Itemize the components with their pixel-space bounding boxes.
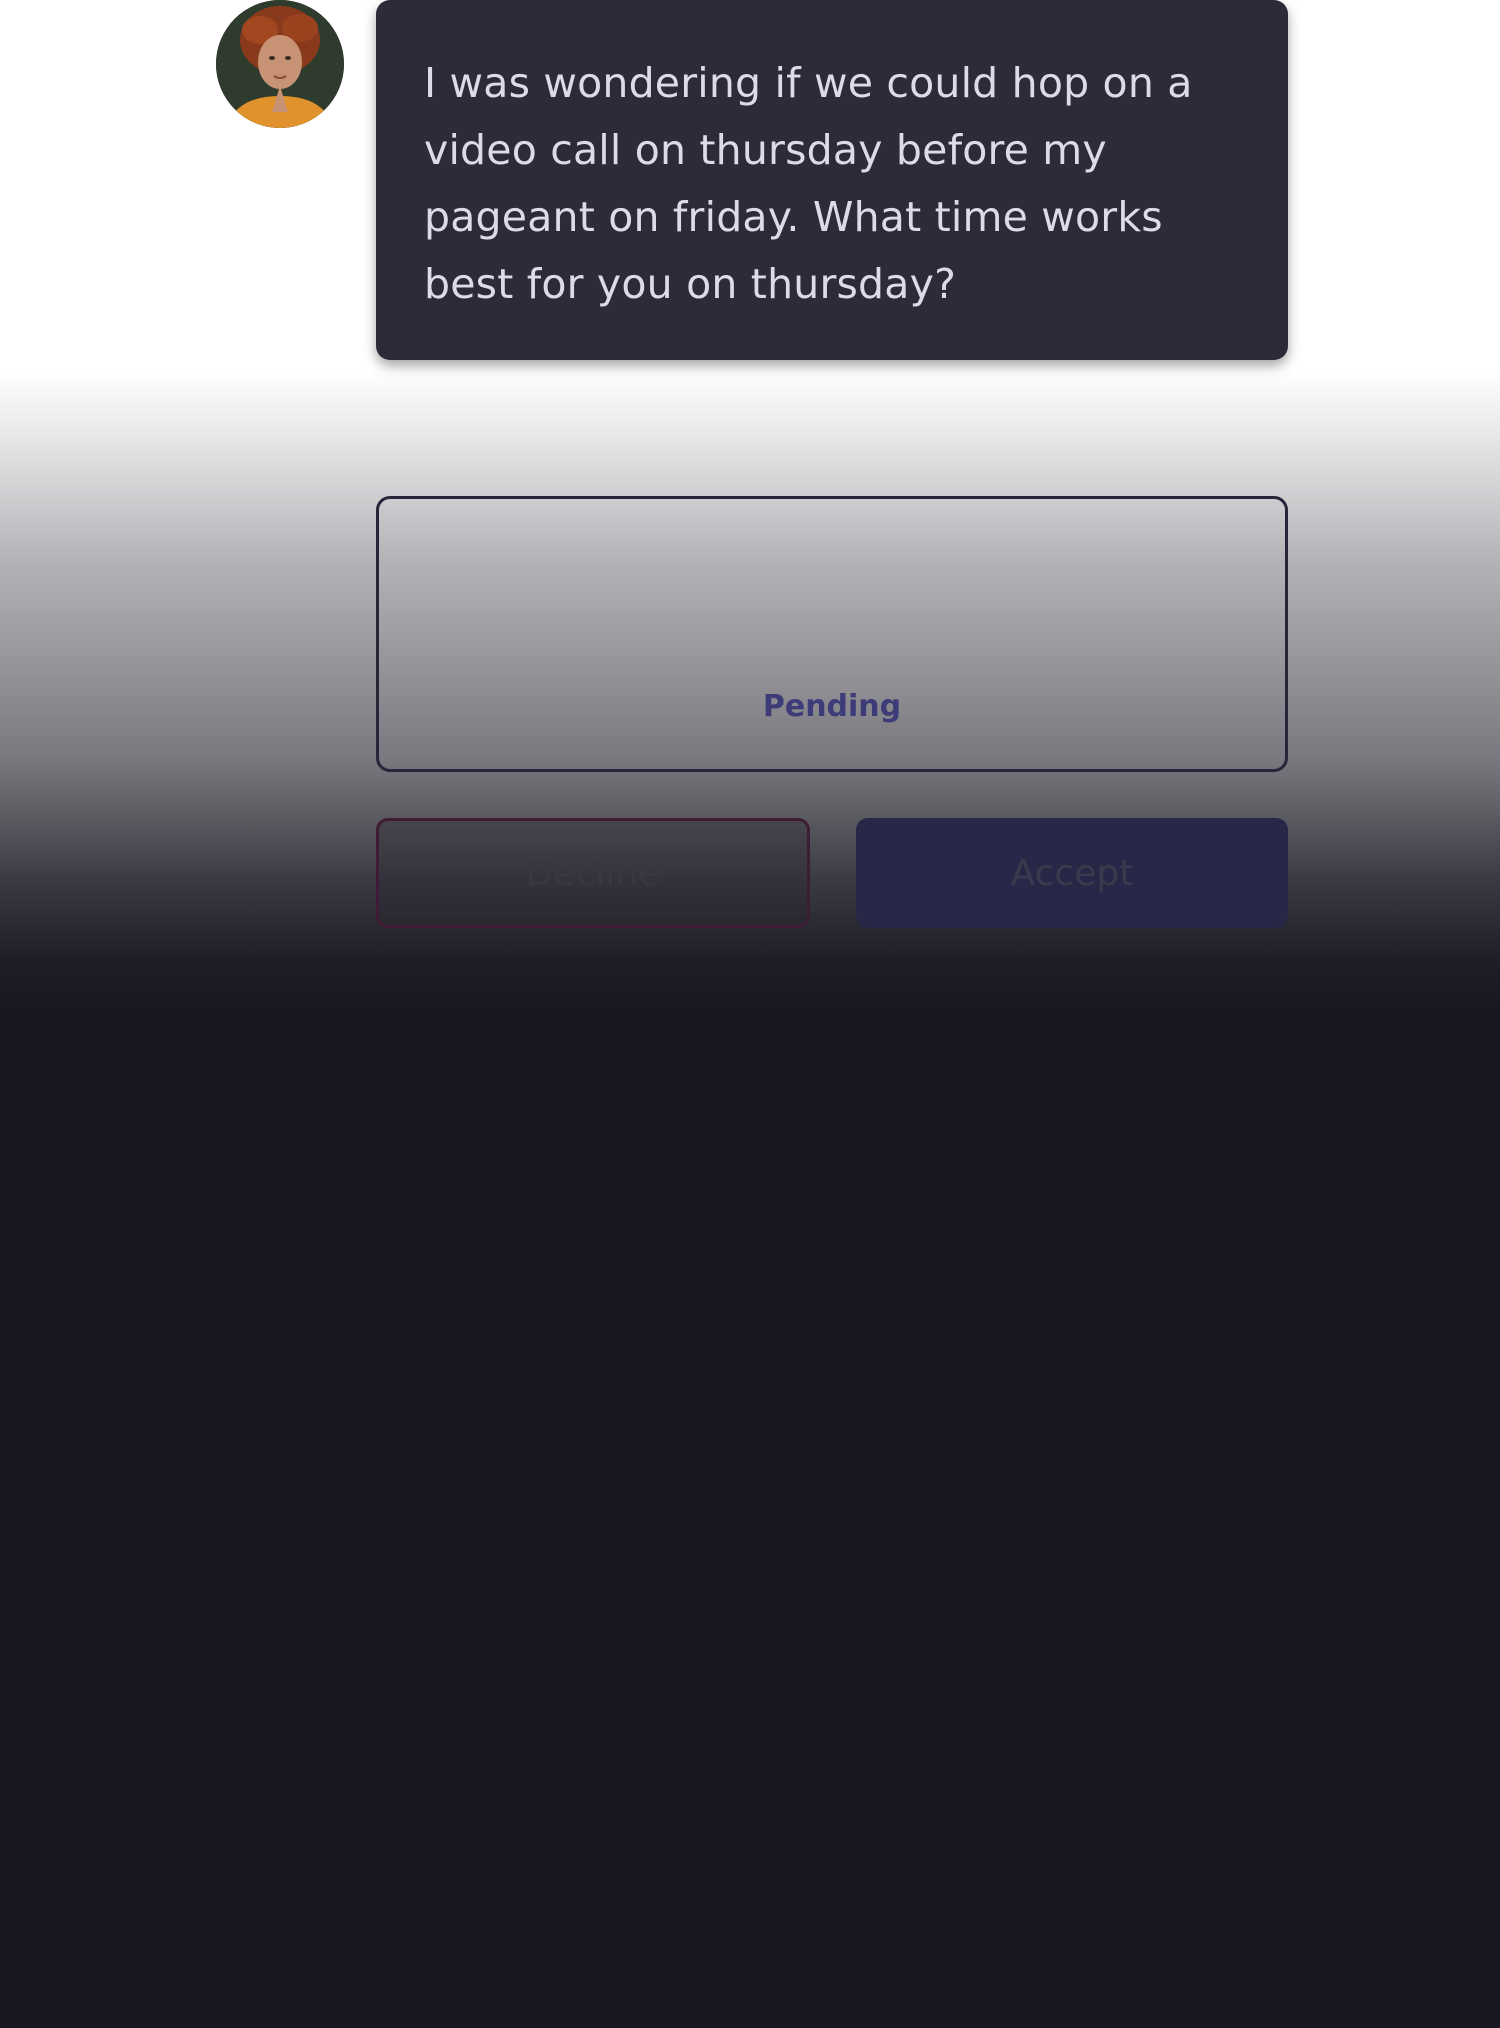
avatar-photo-icon — [216, 0, 344, 128]
message-bubble: I was wondering if we could hop on a vid… — [376, 0, 1288, 360]
accept-button[interactable]: Accept — [856, 818, 1288, 928]
sender-avatar[interactable] — [216, 0, 344, 128]
message-text: I was wondering if we could hop on a vid… — [424, 59, 1193, 308]
status-label: Pending — [762, 689, 902, 724]
decline-button[interactable]: Decline — [376, 818, 810, 928]
request-status-card: Pending — [376, 496, 1288, 772]
